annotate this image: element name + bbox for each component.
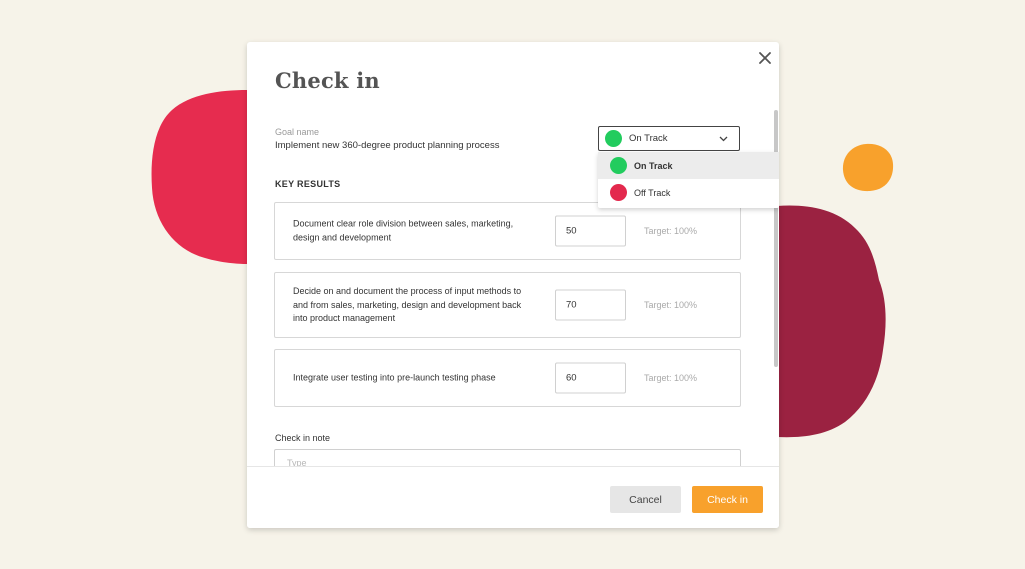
modal-scrollbar[interactable] [774, 110, 778, 367]
modal-title: Check in [275, 68, 380, 93]
chevron-down-icon [719, 136, 728, 141]
status-select-value: On Track [629, 133, 668, 144]
key-result-card: Document clear role division between sal… [274, 202, 741, 260]
status-option-on-track[interactable]: On Track [598, 152, 779, 179]
key-result-text: Decide on and document the process of in… [293, 285, 522, 323]
key-result-target: Target: 100% [644, 373, 698, 383]
key-result-target: Target: 100% [644, 226, 698, 236]
status-option-label: On Track [634, 160, 673, 171]
key-result-card: Integrate user testing into pre-launch t… [274, 349, 741, 407]
key-result-value-input[interactable] [555, 362, 626, 394]
key-result-text: Document clear role division between sal… [293, 218, 514, 243]
check-in-button[interactable]: Check in [692, 486, 763, 513]
off-track-dot-icon [610, 184, 627, 201]
key-result-target: Target: 100% [644, 300, 698, 310]
status-option-off-track[interactable]: Off Track [598, 179, 779, 206]
key-results-heading: KEY RESULTS [275, 179, 341, 189]
key-result-card: Decide on and document the process of in… [274, 272, 741, 338]
on-track-dot-icon [610, 157, 627, 174]
key-result-value-input[interactable] [555, 289, 626, 321]
goal-name-value: Implement new 360-degree product plannin… [275, 140, 500, 151]
check-in-note-label: Check in note [275, 433, 331, 443]
check-in-modal: Check in Goal name Implement new 360-deg… [247, 42, 779, 528]
status-option-label: Off Track [634, 187, 671, 198]
modal-footer: Cancel Check in [247, 466, 779, 528]
goal-name-label: Goal name [275, 127, 320, 137]
cancel-button[interactable]: Cancel [610, 486, 681, 513]
orange-blob-shape [842, 143, 894, 192]
maroon-blob-shape [777, 205, 886, 438]
status-select[interactable]: On Track [598, 126, 740, 151]
key-result-value-input[interactable] [555, 215, 626, 247]
status-dropdown-menu: On Track Off Track [598, 152, 779, 208]
close-icon[interactable] [756, 49, 774, 67]
on-track-status-dot-icon [605, 130, 622, 147]
key-result-text: Integrate user testing into pre-launch t… [293, 372, 496, 383]
red-blob-shape [151, 90, 247, 264]
